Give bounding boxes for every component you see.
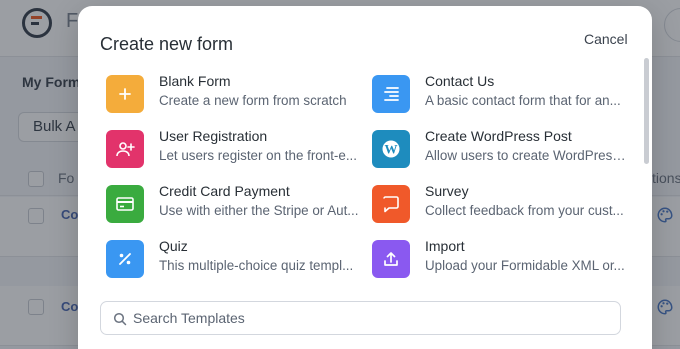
search-icon (113, 312, 127, 326)
wordpress-icon: W (372, 130, 410, 168)
modal-scrollbar[interactable] (644, 58, 649, 164)
chat-bubble-icon (372, 185, 410, 223)
search-templates-box[interactable] (100, 301, 621, 335)
template-description: Use with either the Stripe or Aut... (159, 203, 359, 218)
user-add-icon (106, 130, 144, 168)
template-name: Contact Us (425, 73, 495, 89)
template-blank-form[interactable]: Blank Form Create a new form from scratc… (106, 73, 366, 117)
search-templates-input[interactable] (133, 303, 613, 333)
credit-card-icon (106, 185, 144, 223)
plus-icon (106, 75, 144, 113)
template-name: Import (425, 238, 465, 254)
template-description: Create a new form from scratch (159, 93, 347, 108)
template-name: Credit Card Payment (159, 183, 290, 199)
cancel-button[interactable]: Cancel (584, 31, 628, 47)
template-import[interactable]: Import Upload your Formidable XML or... (372, 238, 632, 282)
align-lines-icon (372, 75, 410, 113)
template-description: A basic contact form that for an... (425, 93, 621, 108)
create-form-modal: Create new form Cancel Blank Form Create… (78, 6, 652, 349)
modal-title: Create new form (100, 34, 234, 54)
template-description: Collect feedback from your cust... (425, 203, 624, 218)
template-name: Quiz (159, 238, 188, 254)
template-contact-us[interactable]: Contact Us A basic contact form that for… (372, 73, 632, 117)
template-create-wordpress-post[interactable]: W Create WordPress Post Allow users to c… (372, 128, 632, 172)
template-name: Survey (425, 183, 469, 199)
template-credit-card-payment[interactable]: Credit Card Payment Use with either the … (106, 183, 366, 227)
template-name: Blank Form (159, 73, 231, 89)
upload-icon (372, 240, 410, 278)
svg-text:W: W (385, 142, 398, 157)
template-quiz[interactable]: Quiz This multiple-choice quiz templ... (106, 238, 366, 282)
template-user-registration[interactable]: User Registration Let users register on … (106, 128, 366, 172)
template-description: Allow users to create WordPress... (425, 148, 627, 163)
percent-icon (106, 240, 144, 278)
template-description: Let users register on the front-e... (159, 148, 357, 163)
template-name: User Registration (159, 128, 268, 144)
template-description: Upload your Formidable XML or... (425, 258, 625, 273)
template-name: Create WordPress Post (425, 128, 572, 144)
template-survey[interactable]: Survey Collect feedback from your cust..… (372, 183, 632, 227)
template-description: This multiple-choice quiz templ... (159, 258, 354, 273)
